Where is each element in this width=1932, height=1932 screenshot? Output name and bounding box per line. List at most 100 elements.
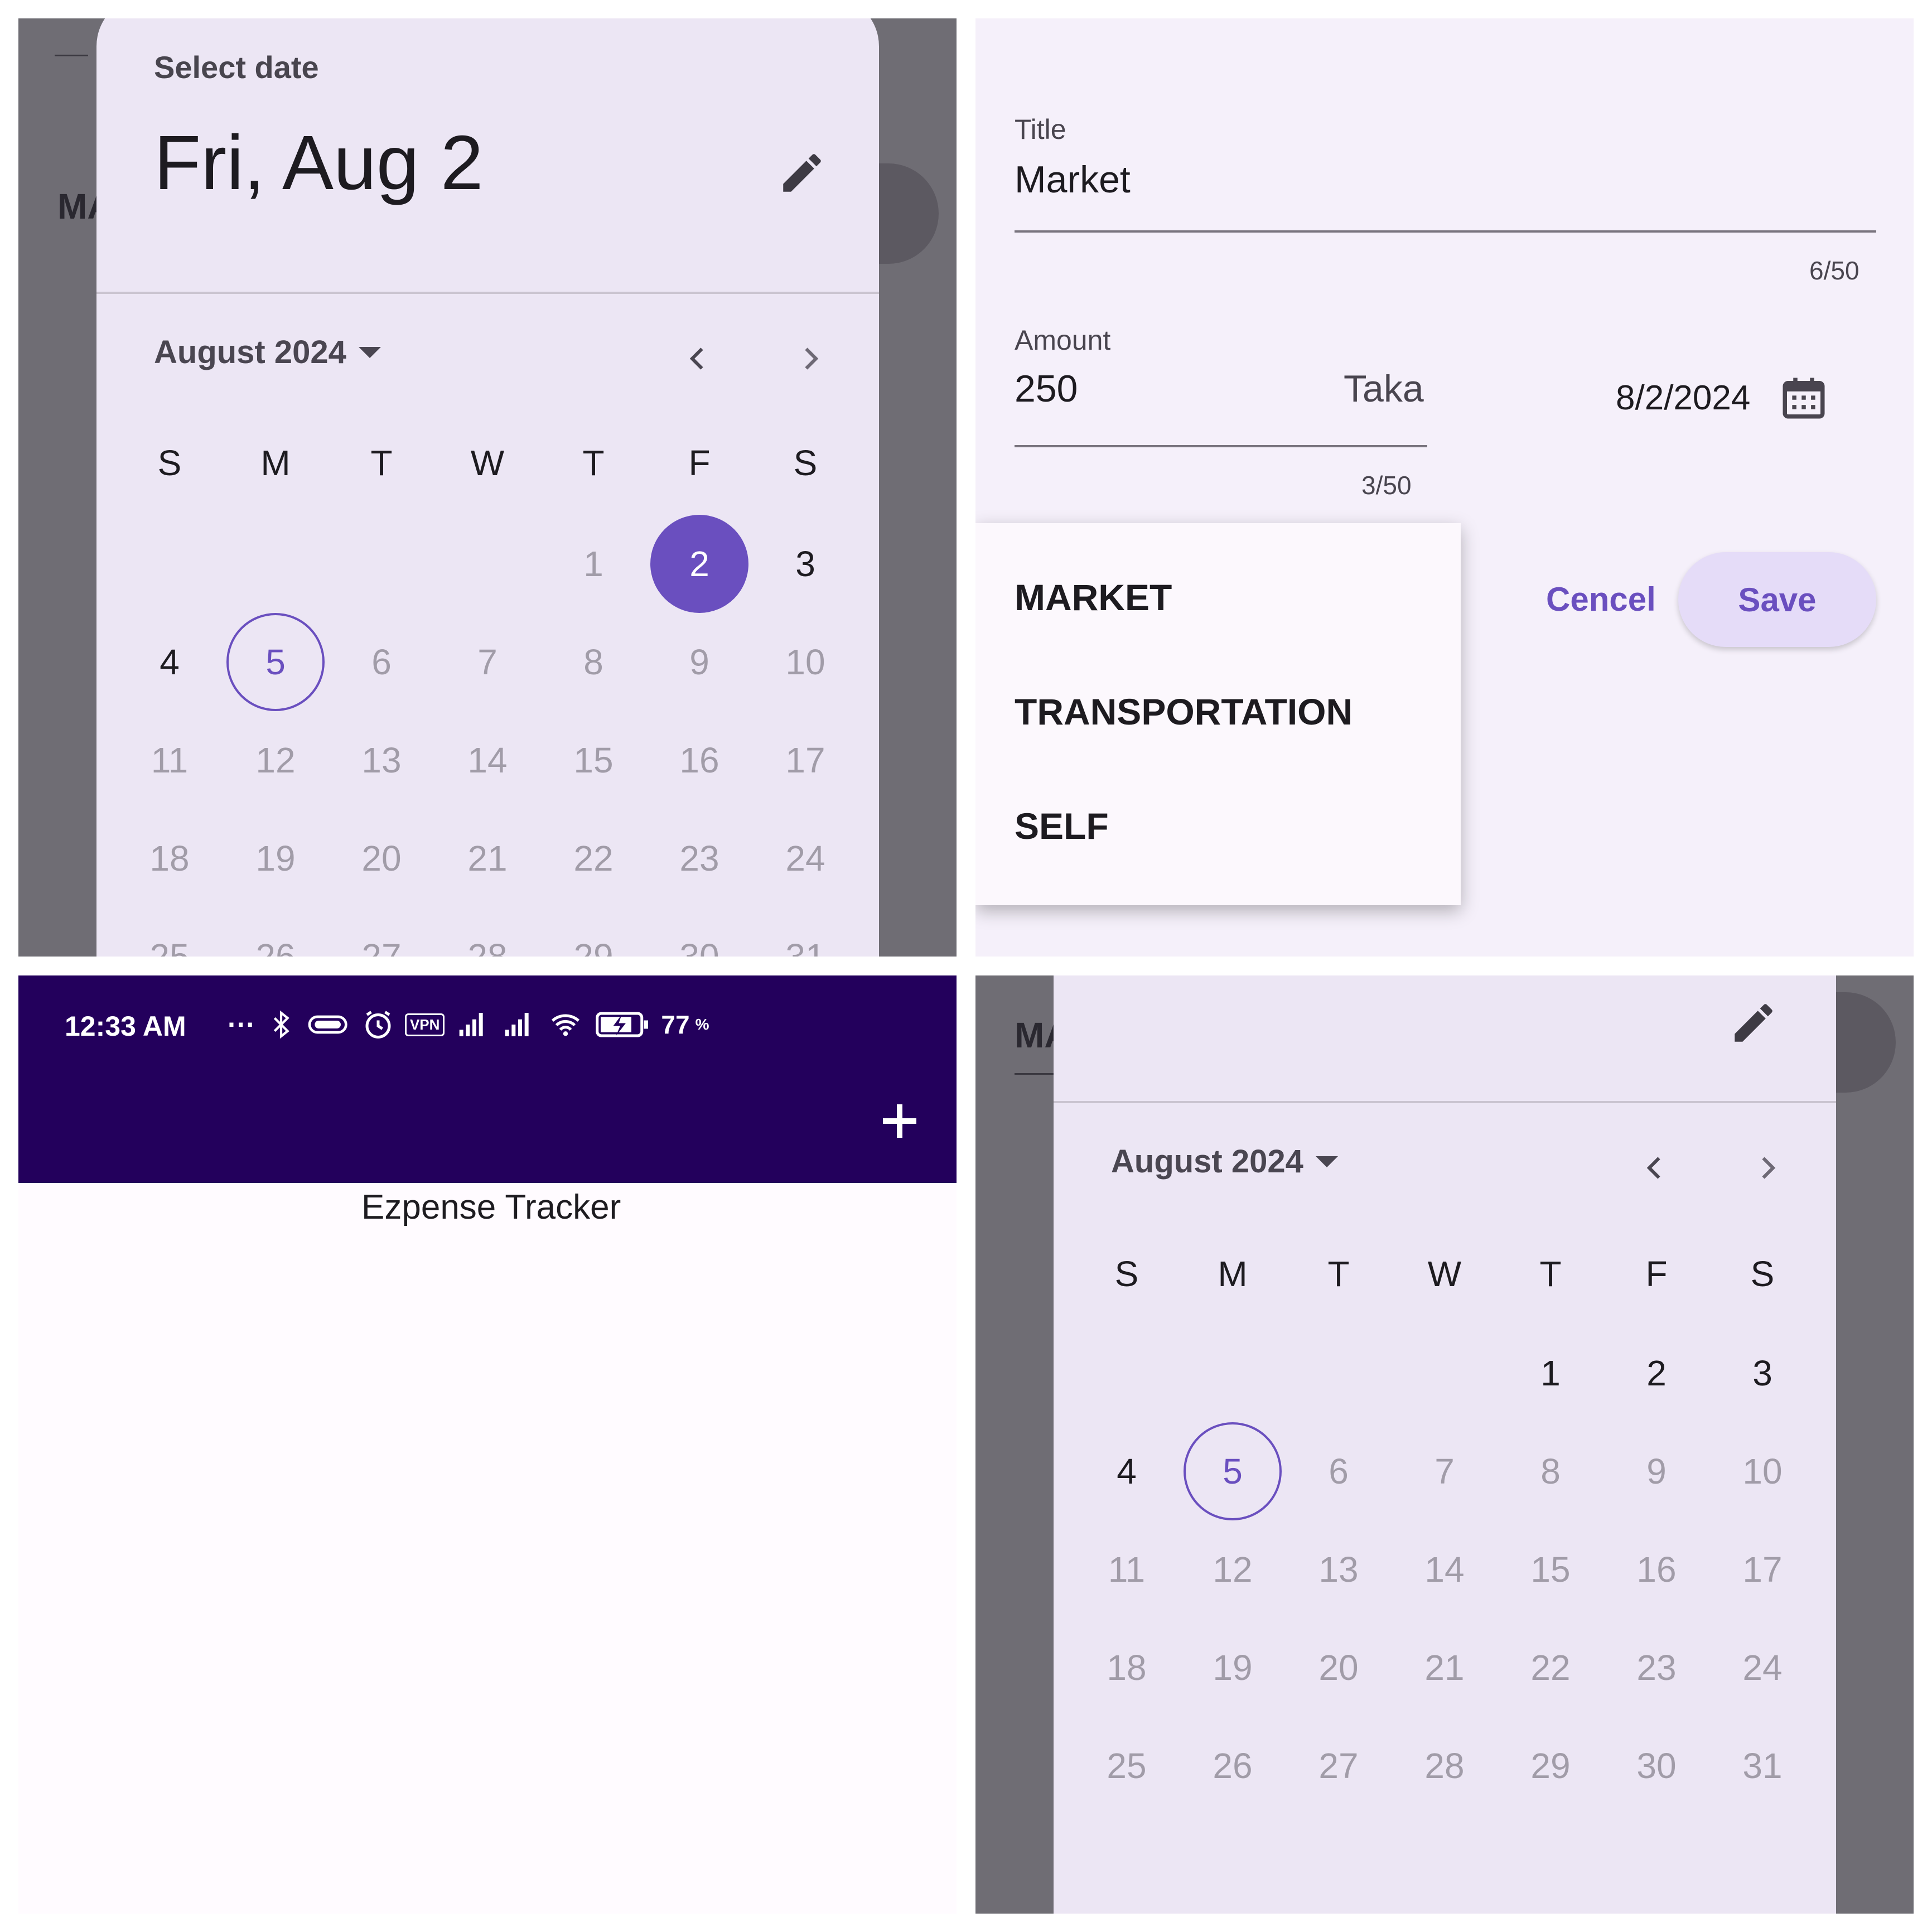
calendar-day-disabled: 28 bbox=[467, 936, 508, 957]
calendar-day-grid: 1 2 3 4 5 6 7 8 9 10 11 12 13 14 15 16 1… bbox=[117, 515, 858, 957]
home-screen: 12:33 AM ··· VPN 77 % Ezpense Tracker bbox=[18, 975, 957, 1914]
menu-item-transportation[interactable]: TRANSPORTATION bbox=[1015, 690, 1353, 733]
calendar-day-disabled: 29 bbox=[573, 936, 614, 957]
more-notifications-icon: ··· bbox=[228, 1009, 255, 1040]
title-underline bbox=[1015, 230, 1876, 233]
calendar-day-disabled: 10 bbox=[1742, 1451, 1783, 1491]
alarm-icon bbox=[365, 1011, 391, 1039]
weekday-label: T bbox=[582, 443, 605, 483]
weekday-header: S M T W T F S bbox=[1074, 1253, 1815, 1295]
amount-char-counter: 3/50 bbox=[1361, 471, 1412, 500]
vpn-icon: VPN bbox=[404, 1013, 445, 1036]
calendar-day[interactable]: 1 bbox=[540, 515, 646, 613]
background-divider bbox=[55, 55, 88, 56]
cellular-signal-icon bbox=[460, 1013, 484, 1036]
calendar-day-today[interactable]: 5 bbox=[223, 613, 329, 711]
battery-saver-icon bbox=[308, 1015, 347, 1034]
calendar-day-selected[interactable]: 2 bbox=[646, 515, 752, 613]
weekday-label: S bbox=[1750, 1254, 1775, 1294]
menu-item-market[interactable]: MARKET bbox=[1015, 576, 1172, 619]
calendar-day-disabled: 13 bbox=[1318, 1549, 1359, 1590]
weekday-label: F bbox=[1645, 1254, 1668, 1294]
calendar-day-disabled: 31 bbox=[785, 936, 825, 957]
calendar-day-disabled: 15 bbox=[573, 740, 614, 780]
header-divider bbox=[96, 292, 879, 294]
calendar-day-disabled: 30 bbox=[1636, 1746, 1677, 1786]
edit-pencil-icon[interactable] bbox=[1723, 992, 1784, 1054]
edit-pencil-icon[interactable] bbox=[771, 142, 833, 204]
calendar-day-disabled: 9 bbox=[689, 642, 709, 682]
battery-charging-icon bbox=[596, 1012, 649, 1037]
calendar-day[interactable]: 4 bbox=[117, 613, 223, 711]
save-button[interactable]: Save bbox=[1678, 552, 1876, 647]
previous-month-chevron-icon[interactable] bbox=[675, 336, 720, 381]
next-month-chevron-icon[interactable] bbox=[788, 336, 833, 381]
add-expense-form-screen: Title Market 6/50 Amount 250 Taka 3/50 8… bbox=[975, 18, 1914, 957]
dialog-header-label: Select date bbox=[154, 50, 319, 85]
app-title: Ezpense Tracker bbox=[361, 1188, 621, 1226]
calendar-day-disabled: 9 bbox=[1646, 1451, 1667, 1491]
battery-percent-sign: % bbox=[695, 1016, 709, 1033]
month-year-label: August 2024 bbox=[154, 334, 346, 370]
calendar-day-disabled: 24 bbox=[1742, 1648, 1783, 1688]
calendar-day-disabled: 6 bbox=[371, 642, 392, 682]
calendar-day-grid: 1 2 3 4 5 6 7 8 9 10 11 12 13 14 15 16 1… bbox=[1074, 1324, 1815, 1815]
amount-input[interactable]: 250 bbox=[1015, 367, 1078, 410]
calendar-day-disabled: 25 bbox=[1107, 1746, 1147, 1786]
weekday-label: S bbox=[157, 443, 182, 483]
dropdown-arrow-icon bbox=[358, 346, 381, 358]
calendar-day-disabled: 22 bbox=[1530, 1648, 1571, 1688]
calendar-icon[interactable] bbox=[1773, 367, 1834, 428]
calendar-day-disabled: 12 bbox=[1213, 1549, 1253, 1590]
calendar-day-disabled: 15 bbox=[1530, 1549, 1571, 1590]
header-divider bbox=[1054, 1101, 1836, 1103]
amount-underline bbox=[1015, 445, 1427, 447]
calendar-day-disabled: 18 bbox=[1107, 1648, 1147, 1688]
calendar-day-disabled: 20 bbox=[361, 838, 402, 878]
status-bar-icons: ··· VPN 77 % bbox=[228, 1008, 709, 1041]
next-month-chevron-icon[interactable] bbox=[1745, 1146, 1790, 1190]
status-bar-time: 12:33 AM bbox=[65, 1011, 186, 1042]
calendar-day-disabled: 7 bbox=[477, 642, 498, 682]
cellular-signal-icon bbox=[505, 1013, 529, 1036]
bluetooth-icon bbox=[273, 1010, 289, 1039]
date-picker-dialog: Select date Fri, Aug 2 August 2024 S M T… bbox=[96, 18, 879, 957]
calendar-day[interactable]: 3 bbox=[1709, 1324, 1815, 1422]
selected-date-headline: Fri, Aug 2 bbox=[154, 120, 484, 206]
calendar-day-disabled: 21 bbox=[1424, 1648, 1465, 1688]
amount-field-label: Amount bbox=[1015, 325, 1111, 356]
calendar-day-disabled: 23 bbox=[1636, 1648, 1677, 1688]
title-input[interactable]: Market bbox=[1015, 158, 1131, 201]
calendar-day-disabled: 8 bbox=[583, 642, 603, 682]
calendar-day-disabled: 23 bbox=[679, 838, 719, 878]
battery-percent: 77 bbox=[661, 1010, 690, 1039]
calendar-day-disabled: 14 bbox=[467, 740, 508, 780]
calendar-day-disabled: 13 bbox=[361, 740, 402, 780]
menu-item-self[interactable]: SELF bbox=[1015, 805, 1109, 847]
calendar-day-today[interactable]: 5 bbox=[1180, 1422, 1286, 1520]
previous-month-chevron-icon[interactable] bbox=[1632, 1146, 1677, 1190]
calendar-day[interactable]: 3 bbox=[752, 515, 858, 613]
month-year-selector[interactable]: August 2024 bbox=[154, 334, 381, 371]
calendar-day-disabled: 17 bbox=[785, 740, 825, 780]
weekday-label: M bbox=[260, 443, 291, 483]
calendar-day-disabled: 31 bbox=[1742, 1746, 1783, 1786]
weekday-label: M bbox=[1218, 1254, 1248, 1294]
calendar-day[interactable]: 2 bbox=[1603, 1324, 1709, 1422]
calendar-day-disabled: 7 bbox=[1434, 1451, 1455, 1491]
calendar-day-disabled: 24 bbox=[785, 838, 825, 878]
app-bar: 12:33 AM ··· VPN 77 % bbox=[18, 975, 957, 1183]
date-picker-screen: MA Select date Fri, Aug 2 August 2024 S … bbox=[18, 18, 957, 957]
calendar-day-disabled: 14 bbox=[1424, 1549, 1465, 1590]
month-year-selector[interactable]: August 2024 bbox=[1111, 1143, 1338, 1180]
calendar-day-disabled: 18 bbox=[149, 838, 190, 878]
calendar-day-disabled: 20 bbox=[1318, 1648, 1359, 1688]
calendar-day[interactable]: 4 bbox=[1074, 1422, 1180, 1520]
calendar-day-disabled: 12 bbox=[255, 740, 296, 780]
add-expense-plus-icon[interactable] bbox=[877, 1087, 922, 1154]
calendar-day[interactable]: 1 bbox=[1498, 1324, 1603, 1422]
weekday-label: T bbox=[1539, 1254, 1562, 1294]
weekday-label: F bbox=[688, 443, 711, 483]
date-picker-screen-scrolled: MA August 2024 S M T W T F S 1 2 3 4 5 6… bbox=[975, 975, 1914, 1914]
cancel-button[interactable]: Cencel bbox=[1546, 580, 1656, 619]
